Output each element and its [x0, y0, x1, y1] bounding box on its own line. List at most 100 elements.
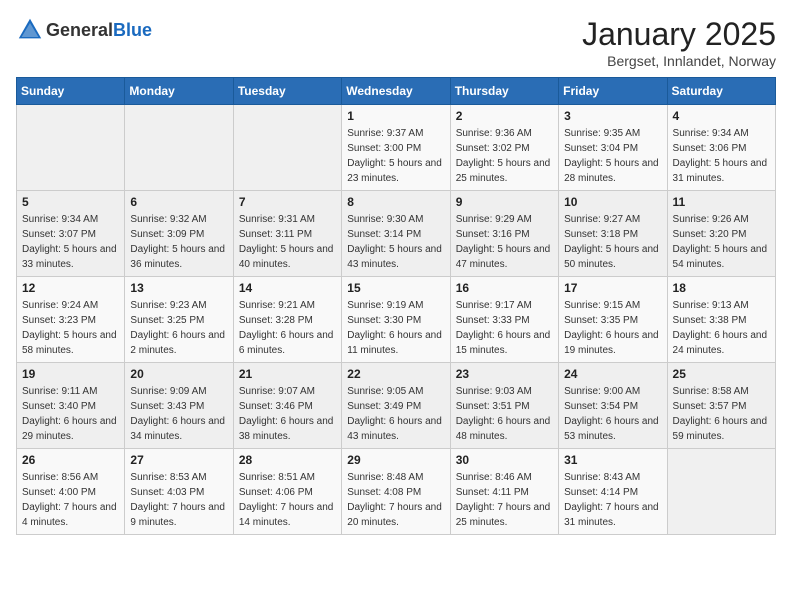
calendar-cell: 10 Sunrise: 9:27 AMSunset: 3:18 PMDayligh…	[559, 191, 667, 277]
day-number: 23	[456, 367, 553, 381]
day-info: Sunrise: 9:23 AMSunset: 3:25 PMDaylight:…	[130, 298, 227, 358]
day-number: 18	[673, 281, 770, 295]
calendar-cell: 26 Sunrise: 8:56 AMSunset: 4:00 PMDayligh…	[17, 449, 125, 535]
day-info: Sunrise: 9:19 AMSunset: 3:30 PMDaylight:…	[347, 298, 444, 358]
calendar-cell: 21 Sunrise: 9:07 AMSunset: 3:46 PMDayligh…	[233, 363, 341, 449]
day-info: Sunrise: 8:51 AMSunset: 4:06 PMDaylight:…	[239, 470, 336, 530]
day-info: Sunrise: 8:46 AMSunset: 4:11 PMDaylight:…	[456, 470, 553, 530]
day-info: Sunrise: 9:32 AMSunset: 3:09 PMDaylight:…	[130, 212, 227, 272]
day-number: 7	[239, 195, 336, 209]
day-number: 3	[564, 109, 661, 123]
calendar-cell: 30 Sunrise: 8:46 AMSunset: 4:11 PMDayligh…	[450, 449, 558, 535]
day-number: 25	[673, 367, 770, 381]
weekday-header: Wednesday	[342, 78, 450, 105]
calendar-week-row: 12 Sunrise: 9:24 AMSunset: 3:23 PMDayligh…	[17, 277, 776, 363]
day-info: Sunrise: 9:15 AMSunset: 3:35 PMDaylight:…	[564, 298, 661, 358]
weekday-header: Friday	[559, 78, 667, 105]
calendar-cell: 7 Sunrise: 9:31 AMSunset: 3:11 PMDaylight…	[233, 191, 341, 277]
logo: GeneralBlue	[16, 16, 152, 44]
calendar-cell: 13 Sunrise: 9:23 AMSunset: 3:25 PMDayligh…	[125, 277, 233, 363]
day-number: 29	[347, 453, 444, 467]
calendar-cell	[667, 449, 775, 535]
calendar-cell: 31Sunrise: 8:43 AMSunset: 4:14 PMDayligh…	[559, 449, 667, 535]
calendar-week-row: 1Sunrise: 9:37 AMSunset: 3:00 PMDaylight…	[17, 105, 776, 191]
page-header: GeneralBlue January 2025 Bergset, Innlan…	[16, 16, 776, 69]
calendar-cell: 12 Sunrise: 9:24 AMSunset: 3:23 PMDayligh…	[17, 277, 125, 363]
calendar-cell: 14Sunrise: 9:21 AMSunset: 3:28 PMDayligh…	[233, 277, 341, 363]
day-info: Sunrise: 9:21 AMSunset: 3:28 PMDaylight:…	[239, 298, 336, 358]
calendar-cell: 27 Sunrise: 8:53 AMSunset: 4:03 PMDayligh…	[125, 449, 233, 535]
day-number: 26	[22, 453, 119, 467]
calendar-cell: 23 Sunrise: 9:03 AMSunset: 3:51 PMDayligh…	[450, 363, 558, 449]
calendar-cell: 25 Sunrise: 8:58 AMSunset: 3:57 PMDayligh…	[667, 363, 775, 449]
calendar-cell: 16Sunrise: 9:17 AMSunset: 3:33 PMDayligh…	[450, 277, 558, 363]
logo-icon	[16, 16, 44, 44]
day-number: 9	[456, 195, 553, 209]
day-number: 30	[456, 453, 553, 467]
day-info: Sunrise: 8:53 AMSunset: 4:03 PMDaylight:…	[130, 470, 227, 530]
logo-general: General	[46, 20, 113, 40]
calendar-cell: 2Sunrise: 9:36 AMSunset: 3:02 PMDaylight…	[450, 105, 558, 191]
day-info: Sunrise: 9:34 AMSunset: 3:07 PMDaylight:…	[22, 212, 119, 272]
day-info: Sunrise: 9:34 AMSunset: 3:06 PMDaylight:…	[673, 126, 770, 186]
calendar-cell: 1Sunrise: 9:37 AMSunset: 3:00 PMDaylight…	[342, 105, 450, 191]
weekday-header: Tuesday	[233, 78, 341, 105]
day-info: Sunrise: 9:30 AMSunset: 3:14 PMDaylight:…	[347, 212, 444, 272]
calendar-cell: 29Sunrise: 8:48 AMSunset: 4:08 PMDayligh…	[342, 449, 450, 535]
calendar-cell: 15 Sunrise: 9:19 AMSunset: 3:30 PMDayligh…	[342, 277, 450, 363]
calendar-cell: 20 Sunrise: 9:09 AMSunset: 3:43 PMDayligh…	[125, 363, 233, 449]
day-number: 16	[456, 281, 553, 295]
calendar-body: 1Sunrise: 9:37 AMSunset: 3:00 PMDaylight…	[17, 105, 776, 535]
day-number: 12	[22, 281, 119, 295]
day-info: Sunrise: 9:24 AMSunset: 3:23 PMDaylight:…	[22, 298, 119, 358]
calendar-cell: 17 Sunrise: 9:15 AMSunset: 3:35 PMDayligh…	[559, 277, 667, 363]
day-info: Sunrise: 9:07 AMSunset: 3:46 PMDaylight:…	[239, 384, 336, 444]
day-number: 17	[564, 281, 661, 295]
weekday-header: Saturday	[667, 78, 775, 105]
calendar-cell: 22 Sunrise: 9:05 AMSunset: 3:49 PMDayligh…	[342, 363, 450, 449]
day-info: Sunrise: 9:03 AMSunset: 3:51 PMDaylight:…	[456, 384, 553, 444]
day-info: Sunrise: 8:56 AMSunset: 4:00 PMDaylight:…	[22, 470, 119, 530]
calendar-cell: 28 Sunrise: 8:51 AMSunset: 4:06 PMDayligh…	[233, 449, 341, 535]
calendar-cell: 8 Sunrise: 9:30 AMSunset: 3:14 PMDaylight…	[342, 191, 450, 277]
day-number: 1	[347, 109, 444, 123]
day-info: Sunrise: 9:27 AMSunset: 3:18 PMDaylight:…	[564, 212, 661, 272]
day-number: 24	[564, 367, 661, 381]
title-block: January 2025 Bergset, Innlandet, Norway	[582, 16, 776, 69]
calendar-cell: 3 Sunrise: 9:35 AMSunset: 3:04 PMDaylight…	[559, 105, 667, 191]
day-number: 5	[22, 195, 119, 209]
calendar-cell: 24 Sunrise: 9:00 AMSunset: 3:54 PMDayligh…	[559, 363, 667, 449]
weekday-header-row: SundayMondayTuesdayWednesdayThursdayFrid…	[17, 78, 776, 105]
calendar-cell: 6 Sunrise: 9:32 AMSunset: 3:09 PMDaylight…	[125, 191, 233, 277]
day-info: Sunrise: 9:05 AMSunset: 3:49 PMDaylight:…	[347, 384, 444, 444]
weekday-header: Monday	[125, 78, 233, 105]
calendar-cell: 18 Sunrise: 9:13 AMSunset: 3:38 PMDayligh…	[667, 277, 775, 363]
day-number: 6	[130, 195, 227, 209]
day-number: 15	[347, 281, 444, 295]
day-number: 11	[673, 195, 770, 209]
day-info: Sunrise: 9:35 AMSunset: 3:04 PMDaylight:…	[564, 126, 661, 186]
day-number: 2	[456, 109, 553, 123]
day-info: Sunrise: 9:09 AMSunset: 3:43 PMDaylight:…	[130, 384, 227, 444]
calendar-week-row: 19Sunrise: 9:11 AMSunset: 3:40 PMDayligh…	[17, 363, 776, 449]
day-number: 4	[673, 109, 770, 123]
day-number: 28	[239, 453, 336, 467]
day-info: Sunrise: 9:00 AMSunset: 3:54 PMDaylight:…	[564, 384, 661, 444]
calendar-cell	[17, 105, 125, 191]
day-info: Sunrise: 8:58 AMSunset: 3:57 PMDaylight:…	[673, 384, 770, 444]
day-number: 27	[130, 453, 227, 467]
calendar-cell: 11 Sunrise: 9:26 AMSunset: 3:20 PMDayligh…	[667, 191, 775, 277]
day-number: 21	[239, 367, 336, 381]
day-info: Sunrise: 9:31 AMSunset: 3:11 PMDaylight:…	[239, 212, 336, 272]
day-info: Sunrise: 9:26 AMSunset: 3:20 PMDaylight:…	[673, 212, 770, 272]
month-title: January 2025	[582, 16, 776, 53]
day-number: 8	[347, 195, 444, 209]
day-info: Sunrise: 9:13 AMSunset: 3:38 PMDaylight:…	[673, 298, 770, 358]
day-number: 20	[130, 367, 227, 381]
day-number: 22	[347, 367, 444, 381]
day-info: Sunrise: 9:29 AMSunset: 3:16 PMDaylight:…	[456, 212, 553, 272]
day-info: Sunrise: 8:43 AMSunset: 4:14 PMDaylight:…	[564, 470, 661, 530]
day-number: 10	[564, 195, 661, 209]
day-number: 13	[130, 281, 227, 295]
day-number: 19	[22, 367, 119, 381]
